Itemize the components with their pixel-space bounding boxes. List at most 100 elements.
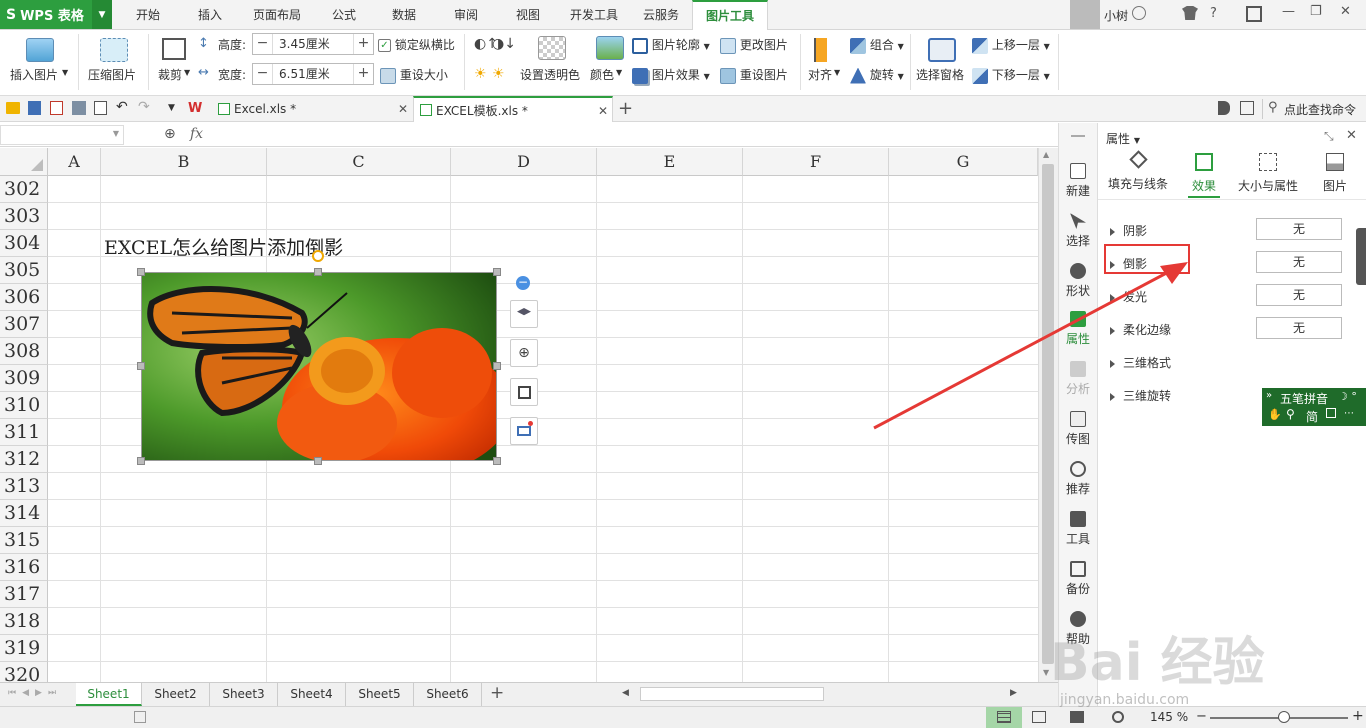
change-picture-button[interactable]: 更改图片 [720, 36, 788, 54]
restore-icon[interactable]: ❐ [1310, 4, 1322, 19]
row-header[interactable]: 304 [0, 230, 48, 257]
row-header[interactable]: 318 [0, 608, 48, 635]
height-input[interactable]: 3.45厘米 [279, 34, 330, 54]
height-decrease-button[interactable]: − [253, 34, 273, 54]
picture-color-icon[interactable] [596, 36, 624, 60]
insert-picture-icon[interactable] [26, 38, 54, 62]
row-header[interactable]: 305 [0, 257, 48, 284]
print-preview-icon[interactable] [94, 101, 107, 115]
picture-outline-button[interactable]: 图片轮廓 ▼ [632, 36, 710, 54]
reset-size-button[interactable]: 重设大小 [380, 66, 448, 84]
formula-input[interactable] [216, 125, 1036, 145]
soft-edges-dropdown[interactable]: 无 [1256, 317, 1342, 339]
zoom-in-icon[interactable]: + [1352, 708, 1364, 724]
column-header[interactable]: E [597, 148, 743, 176]
minimize-icon[interactable]: — [1282, 4, 1295, 19]
contrast-down-icon[interactable]: ◑↓ [492, 36, 516, 52]
picture-effect-button[interactable]: 图片效果 ▼ [632, 66, 710, 84]
crop-icon[interactable] [162, 38, 186, 60]
sidebar-item-tools[interactable]: 工具 [1059, 511, 1097, 547]
sheet-tab[interactable]: Sheet1 [76, 683, 142, 706]
hand-icon[interactable]: ✋ [1268, 408, 1282, 421]
reflection-dropdown[interactable]: 无 [1256, 251, 1342, 273]
row-header[interactable]: 316 [0, 554, 48, 581]
sheet-tab[interactable]: Sheet4 [278, 683, 346, 706]
sidebar-item-select[interactable]: 选择 [1059, 213, 1097, 249]
close-tab-icon[interactable]: ✕ [398, 96, 408, 122]
row-header[interactable]: 314 [0, 500, 48, 527]
search-icon[interactable]: ⚲ [1268, 100, 1278, 115]
width-decrease-button[interactable]: − [253, 64, 273, 84]
eye-protect-icon[interactable] [1112, 711, 1124, 723]
chevron-down-icon[interactable]: ▼ [92, 0, 112, 29]
collapse-icon[interactable]: − [516, 276, 530, 290]
send-backward-button[interactable]: 下移一层 ▼ [972, 66, 1050, 84]
select-pane-icon[interactable] [928, 38, 956, 62]
column-header[interactable]: B [101, 148, 267, 176]
picture-color-button[interactable]: 颜色 [590, 66, 614, 83]
menu-data[interactable]: 数据 [374, 0, 434, 30]
help-button[interactable]: ? [1210, 6, 1217, 21]
layers-button[interactable] [510, 300, 538, 328]
add-sheet-icon[interactable]: + [490, 683, 504, 703]
menu-developer[interactable]: 开发工具 [560, 0, 628, 30]
app-logo-button[interactable]: S WPS 表格 ▼ [0, 0, 112, 29]
chevron-down-icon[interactable]: ▼ [168, 103, 175, 113]
sheet-tab[interactable]: Sheet5 [346, 683, 414, 706]
glow-dropdown[interactable]: 无 [1256, 284, 1342, 306]
compress-picture-button[interactable]: 压缩图片 [88, 66, 136, 83]
scroll-right-icon[interactable]: ▶ [1010, 688, 1017, 698]
column-header[interactable]: F [743, 148, 889, 176]
row-header[interactable]: 320 [0, 662, 48, 682]
horizontal-scroll-thumb[interactable] [640, 687, 824, 701]
panel-collapse-handle[interactable] [1356, 228, 1366, 284]
panel-title[interactable]: 属性 ▼ [1106, 130, 1140, 147]
set-transparent-button[interactable]: 设置透明色 [520, 66, 580, 83]
page-layout-view-icon[interactable] [1032, 711, 1046, 723]
menu-formula[interactable]: 公式 [314, 0, 374, 30]
rotate-handle-icon[interactable] [312, 250, 324, 262]
width-input[interactable]: 6.51厘米 [279, 64, 330, 84]
column-header[interactable]: G [889, 148, 1038, 176]
vip-icon[interactable] [1132, 6, 1146, 20]
reset-picture-button[interactable]: 重设图片 [720, 66, 788, 84]
sidebar-item-recommend[interactable]: 推荐 [1059, 461, 1097, 497]
brightness-down-icon[interactable]: ☀ [492, 66, 505, 82]
butterfly-picture[interactable] [141, 272, 497, 461]
tab-effects[interactable]: 效果 [1188, 153, 1220, 198]
print-icon[interactable] [72, 101, 86, 115]
cell-text[interactable]: EXCEL怎么给图片添加倒影 [104, 233, 343, 260]
crop-picture-button[interactable] [510, 378, 538, 406]
height-stepper[interactable]: − 3.45厘米 + [252, 33, 374, 55]
macro-icon[interactable] [134, 711, 146, 723]
wps-w-icon[interactable]: W [188, 101, 202, 116]
sheet-nav-icon[interactable]: ⏮◀▶⏭ [8, 688, 62, 698]
tab-fill-line[interactable]: 填充与线条 [1106, 150, 1170, 192]
scroll-up-icon[interactable]: ▲ [1043, 150, 1049, 159]
sheet-tab[interactable]: Sheet2 [142, 683, 210, 706]
zoom-picture-button[interactable]: ⊕ [510, 339, 538, 367]
height-increase-button[interactable]: + [353, 34, 373, 54]
normal-view-button[interactable] [986, 707, 1022, 728]
menu-picture-tools[interactable]: 图片工具 [692, 0, 768, 31]
rotate-button[interactable]: 旋转 ▼ [850, 66, 904, 84]
shadow-dropdown[interactable]: 无 [1256, 218, 1342, 240]
group-button[interactable]: 组合 ▼ [850, 36, 904, 54]
page-break-view-icon[interactable] [1070, 711, 1084, 723]
row-header[interactable]: 306 [0, 284, 48, 311]
menu-view[interactable]: 视图 [498, 0, 558, 30]
ime-mode[interactable]: 简 [1306, 408, 1318, 425]
lock-ratio-checkbox[interactable]: ✓ 锁定纵横比 [378, 36, 455, 53]
zoom-slider-thumb[interactable] [1278, 711, 1290, 723]
command-search[interactable]: 点此查找命令 [1284, 101, 1356, 118]
new-tab-icon[interactable]: + [618, 98, 633, 119]
dock-icon[interactable]: ⤡ [1324, 129, 1334, 144]
chevron-down-icon[interactable]: ▼ [616, 68, 622, 77]
tab-picture[interactable]: 图片 [1320, 153, 1350, 194]
row-header[interactable]: 310 [0, 392, 48, 419]
user-name[interactable]: 小树 [1104, 7, 1128, 24]
set-transparent-icon[interactable] [538, 36, 566, 60]
crop-button[interactable]: 裁剪 [158, 66, 182, 83]
zoom-formula-icon[interactable]: ⊕ [164, 126, 176, 142]
name-box[interactable]: ▼ [0, 125, 124, 145]
